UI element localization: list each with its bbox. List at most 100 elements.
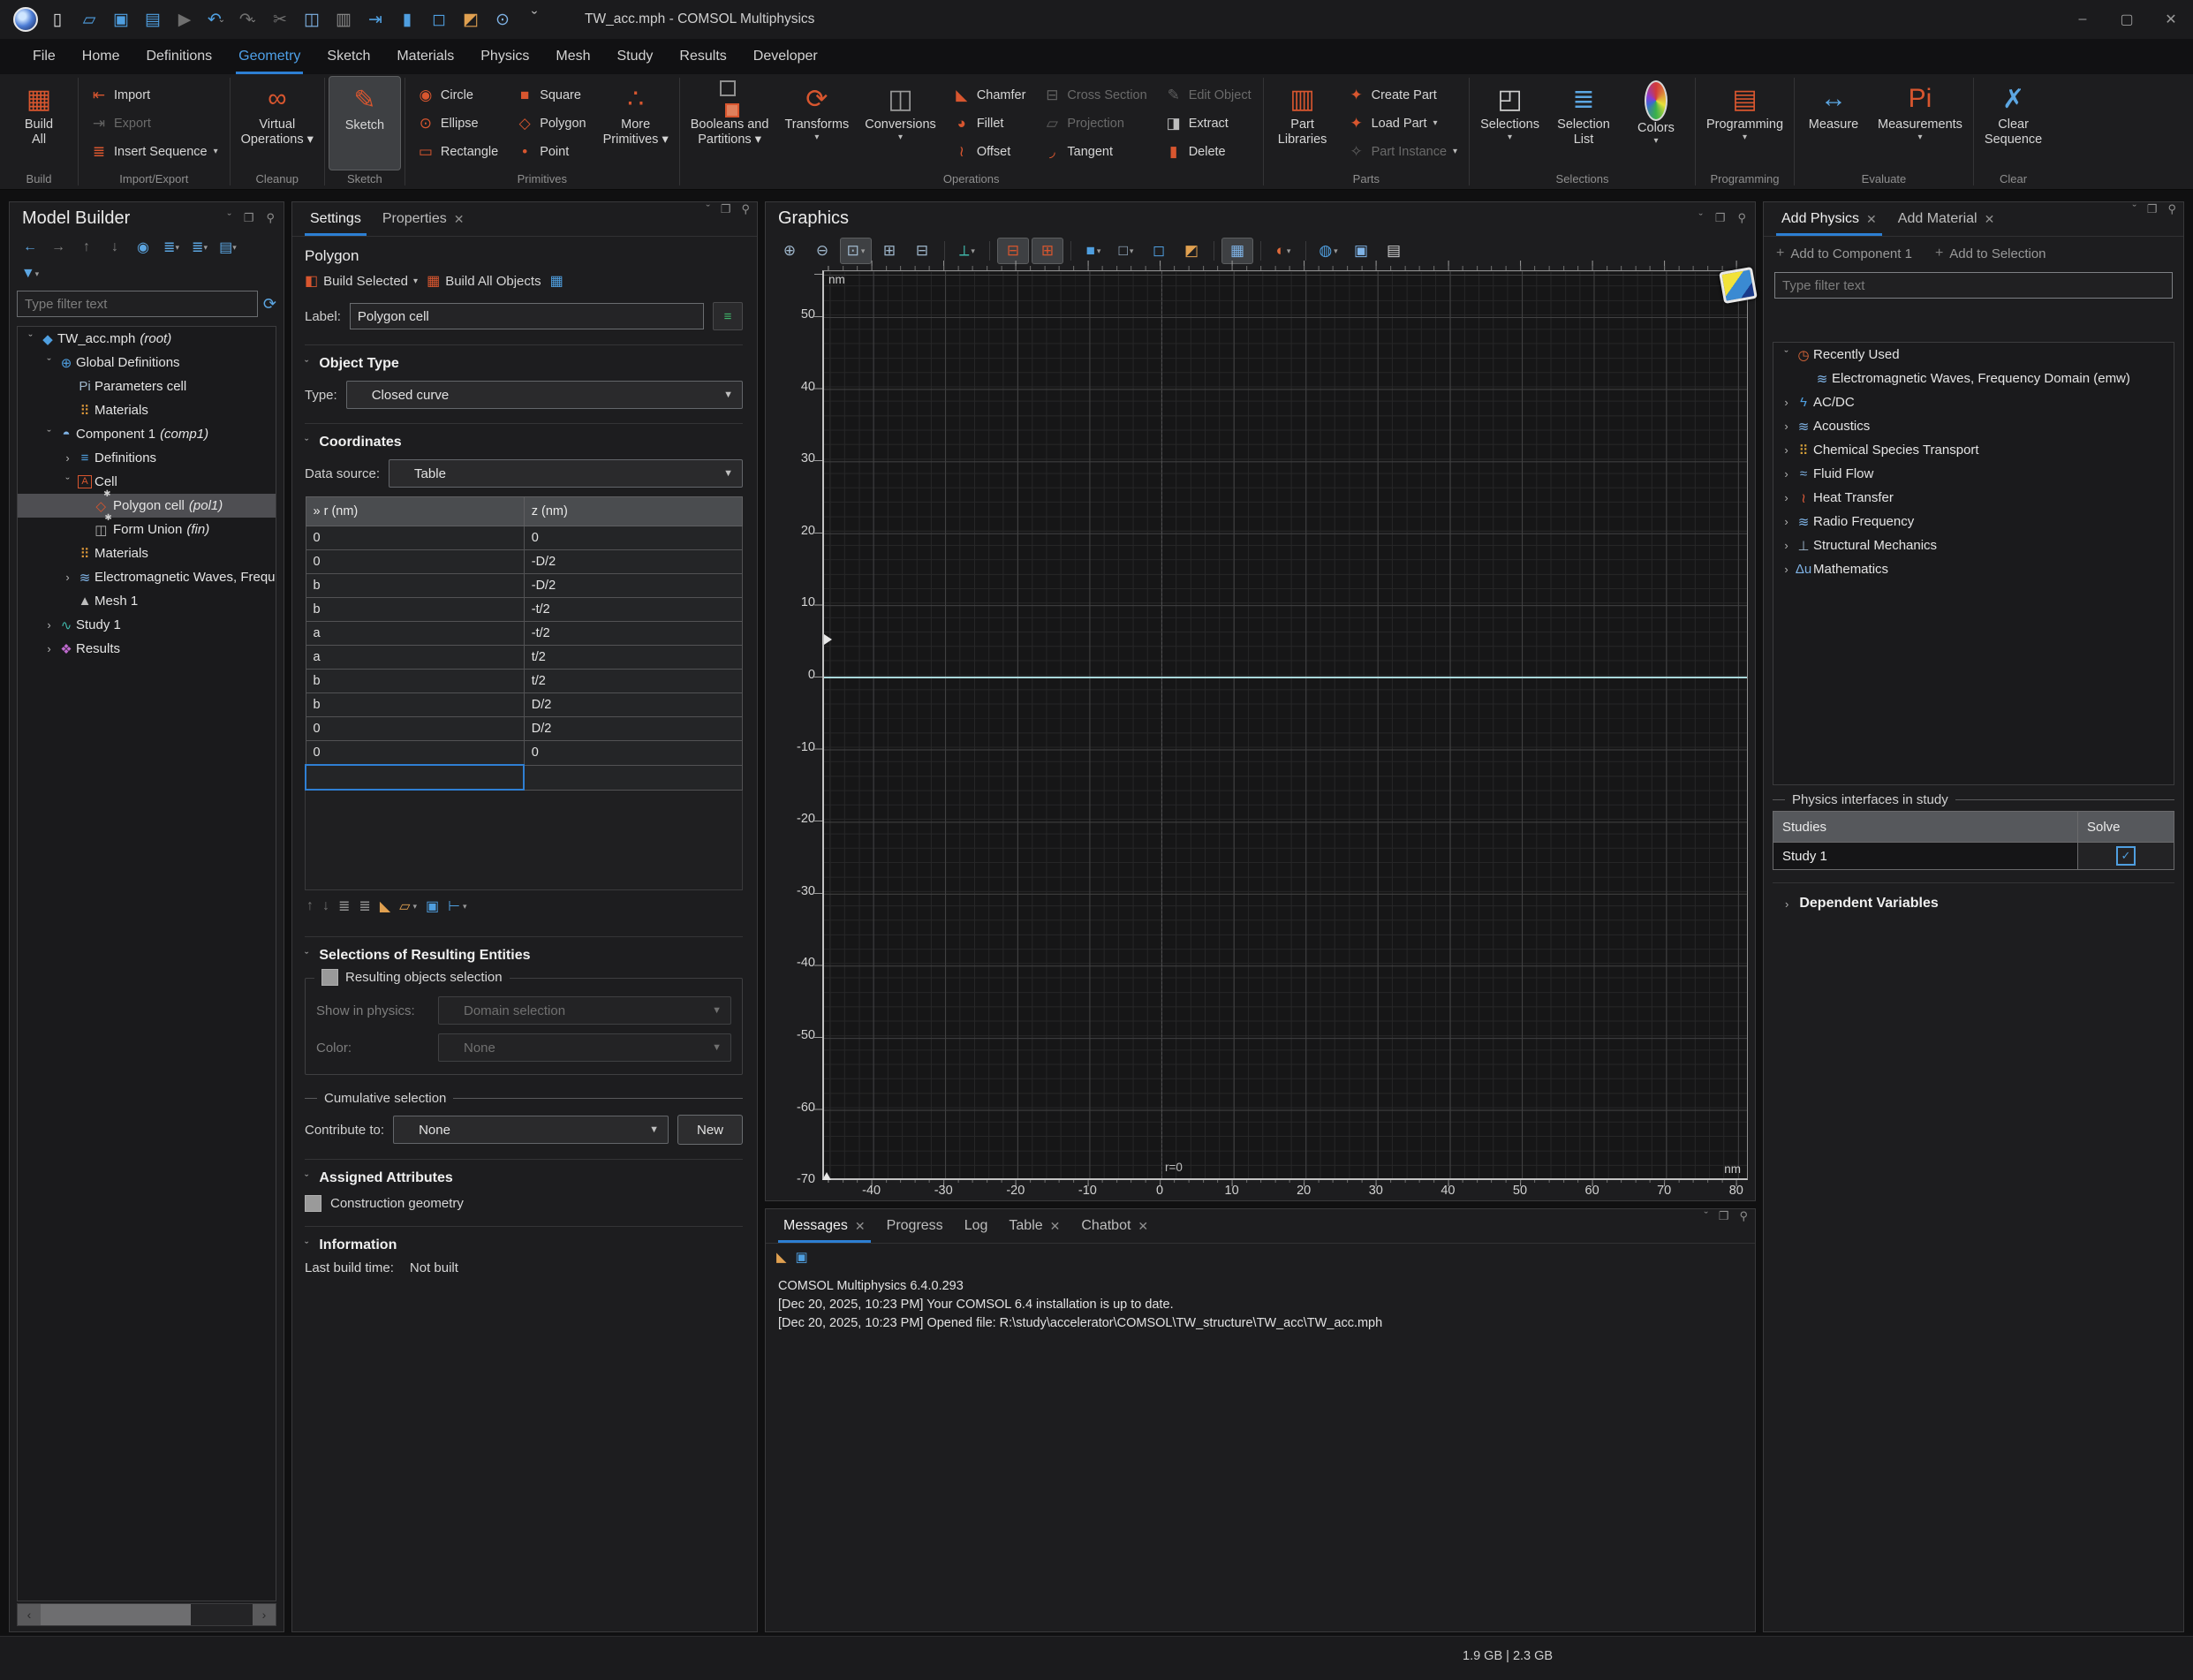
duplicate-button[interactable]: ⇥: [362, 6, 389, 33]
tab-table[interactable]: Table✕: [998, 1209, 1070, 1243]
screenshot-button[interactable]: ▣: [1346, 238, 1376, 263]
chevron-right-icon[interactable]: ›: [1779, 396, 1794, 409]
programming-button[interactable]: ▤Programming▾: [1699, 76, 1790, 170]
polygon-button[interactable]: ◇Polygon: [508, 110, 594, 137]
table-cell[interactable]: -D/2: [524, 550, 742, 574]
collapse-all-button[interactable]: ≣▾: [158, 236, 185, 259]
chevron-down-icon[interactable]: ˇ: [42, 356, 57, 369]
tab-chatbot[interactable]: Chatbot✕: [1070, 1209, 1159, 1243]
chevron-down-icon[interactable]: ˇ: [1779, 348, 1794, 361]
data-source-select[interactable]: Table▼: [389, 459, 743, 488]
panel-pin-icon[interactable]: ⚲: [2167, 202, 2176, 236]
offset-button[interactable]: ≀Offset: [945, 138, 1034, 165]
booleans-and-partitions-button[interactable]: Booleans and Partitions ▾: [684, 76, 776, 170]
table-cell[interactable]: -t/2: [524, 598, 742, 622]
table-cell[interactable]: -D/2: [524, 574, 742, 598]
label-input[interactable]: [350, 303, 704, 329]
tangent-button[interactable]: ◞Tangent: [1035, 138, 1154, 165]
table-cell[interactable]: [524, 765, 742, 790]
print-button[interactable]: ▤: [1379, 238, 1409, 263]
color-select[interactable]: None▼: [438, 1033, 731, 1062]
close-button[interactable]: ✕: [2149, 0, 2193, 39]
build-all-button[interactable]: ▦Build All: [4, 76, 74, 170]
tree-item-materials[interactable]: ⠿Materials: [18, 398, 276, 422]
measurements-button[interactable]: PiMeasurements▾: [1871, 76, 1970, 170]
selection-list-button[interactable]: ≣Selection List: [1548, 76, 1619, 170]
menu-item-materials[interactable]: Materials: [383, 39, 467, 74]
dependent-variables-section-header[interactable]: › Dependent Variables: [1773, 882, 2174, 924]
zoom-box-button[interactable]: ⊡▾: [840, 238, 872, 264]
coordinates-section-header[interactable]: ˇ Coordinates: [305, 423, 743, 450]
panel-float-icon[interactable]: ❐: [2147, 202, 2158, 236]
new-button[interactable]: New: [677, 1115, 743, 1145]
tree-item-acoustics[interactable]: ›≋Acoustics: [1773, 414, 2174, 438]
move-down-button[interactable]: ↓: [102, 236, 128, 259]
build-preview-icon[interactable]: ▦: [550, 272, 563, 290]
save-as-button[interactable]: ▤: [140, 6, 166, 33]
tree-item-electromagnetic-waves-frequ[interactable]: ›≋Electromagnetic Waves, Frequ: [18, 565, 276, 589]
view-split-horizontal-button[interactable]: ⊟: [997, 238, 1029, 264]
tree-item-fluid-flow[interactable]: ›≈Fluid Flow: [1773, 462, 2174, 486]
table-cell[interactable]: D/2: [524, 693, 742, 717]
table-cell[interactable]: [306, 765, 524, 790]
save-button[interactable]: ▣: [108, 6, 134, 33]
create-part-button[interactable]: ✦Create Part: [1340, 81, 1465, 109]
toolbar-options-button[interactable]: ˇ: [521, 6, 548, 33]
tree-item-results[interactable]: ›❖Results: [18, 637, 276, 661]
tree-item-radio-frequency[interactable]: ›≋Radio Frequency: [1773, 510, 2174, 534]
object-type-section-header[interactable]: ˇ Object Type: [305, 344, 743, 372]
tree-item-mesh-1[interactable]: ▲Mesh 1: [18, 589, 276, 613]
table-cell[interactable]: b: [306, 670, 524, 693]
menu-item-mesh[interactable]: Mesh: [542, 39, 603, 74]
chevron-right-icon[interactable]: ›: [60, 451, 75, 465]
panel-float-icon[interactable]: ❐: [1719, 1209, 1729, 1243]
clear-messages-button[interactable]: ◣: [776, 1249, 787, 1265]
tree-item-cell[interactable]: ˇACell: [18, 470, 276, 494]
maximize-button[interactable]: ▢: [2105, 0, 2149, 39]
chevron-right-icon[interactable]: ›: [1779, 515, 1794, 528]
paste-button[interactable]: ▥: [330, 6, 357, 33]
panel-collapse-icon[interactable]: ˇ: [1704, 1209, 1707, 1243]
tree-item-materials[interactable]: ⠿Materials: [18, 541, 276, 565]
table-cell[interactable]: 0: [306, 717, 524, 741]
label-edit-button[interactable]: ≡: [713, 302, 743, 330]
model-builder-filter-input[interactable]: [17, 291, 258, 317]
table-cell[interactable]: 0: [306, 550, 524, 574]
panel-float-icon[interactable]: ❐: [244, 211, 254, 225]
part-libraries-button[interactable]: ▥Part Libraries: [1267, 76, 1338, 170]
tab-messages[interactable]: Messages✕: [773, 1209, 876, 1243]
table-cell[interactable]: t/2: [524, 670, 742, 693]
chevron-right-icon[interactable]: ›: [60, 571, 75, 584]
show-in-physics-select[interactable]: Domain selection▼: [438, 996, 731, 1025]
panel-pin-icon[interactable]: ⚲: [741, 202, 750, 236]
close-icon[interactable]: ✕: [1050, 1219, 1061, 1234]
move-row-up-button[interactable]: ↑: [306, 898, 314, 914]
export-button[interactable]: ⇥Export: [82, 110, 226, 137]
scroll-right-button[interactable]: ›: [253, 1604, 276, 1625]
load-from-file-button[interactable]: ▱▾: [399, 897, 417, 915]
save-to-file-button[interactable]: ▣: [426, 897, 439, 915]
menu-item-physics[interactable]: Physics: [467, 39, 542, 74]
deselect-objects-button[interactable]: ◩: [1176, 238, 1206, 263]
part-instance-button[interactable]: ✧Part Instance▾: [1340, 138, 1465, 165]
tree-item-heat-transfer[interactable]: ›≀Heat Transfer: [1773, 486, 2174, 510]
transforms-button[interactable]: ⟳Transforms▾: [777, 76, 856, 170]
table-cell[interactable]: 0: [524, 741, 742, 766]
open-file-button[interactable]: ▱: [76, 6, 102, 33]
select-objects-button[interactable]: ◻: [1144, 238, 1174, 263]
table-cell[interactable]: t/2: [524, 646, 742, 670]
chevron-right-icon[interactable]: ›: [1779, 467, 1794, 481]
delete-row-button[interactable]: ≣: [359, 897, 370, 915]
insert-sequence-button[interactable]: ≣Insert Sequence▾: [82, 138, 226, 165]
tree-item-structural-mechanics[interactable]: ›⊥Structural Mechanics: [1773, 534, 2174, 557]
sketch-button[interactable]: ✎Sketch: [329, 76, 401, 170]
redo-button[interactable]: ↷⌄: [235, 6, 261, 33]
add-to-selection-button[interactable]: +Add to Selection: [1935, 246, 2046, 261]
build-selected-button[interactable]: ◧ Build Selected ▾: [305, 272, 418, 290]
menu-item-study[interactable]: Study: [604, 39, 667, 74]
add-to-component-1-button[interactable]: +Add to Component 1: [1776, 246, 1912, 261]
tree-item-definitions[interactable]: ›≡Definitions: [18, 446, 276, 470]
tab-settings[interactable]: Settings: [299, 202, 372, 236]
chevron-down-icon[interactable]: ˇ: [60, 475, 75, 488]
build-all-objects-button[interactable]: ▦ Build All Objects: [427, 272, 541, 290]
